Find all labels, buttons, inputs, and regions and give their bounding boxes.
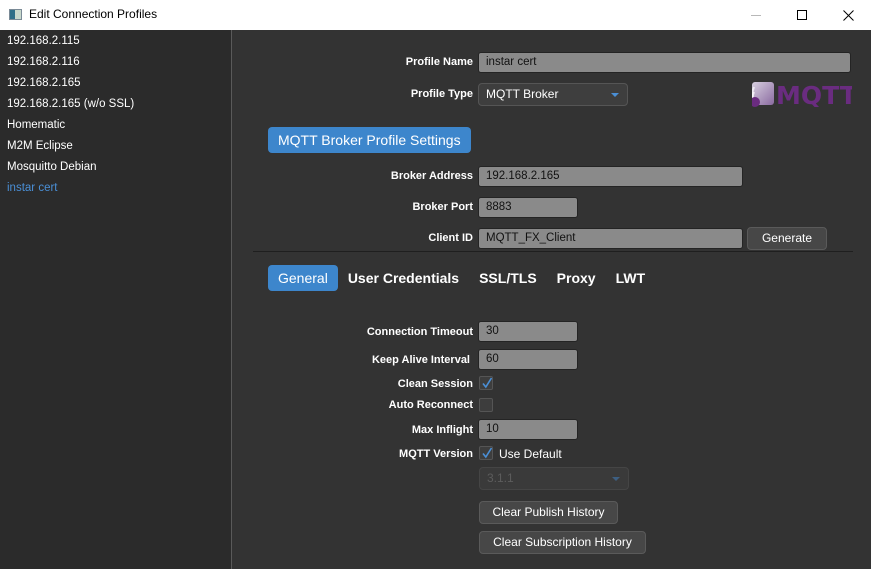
- client-id-label: Client ID: [428, 232, 473, 244]
- profile-item[interactable]: Mosquitto Debian: [0, 157, 231, 178]
- clean-session-checkbox[interactable]: [479, 376, 493, 390]
- window-title: Edit Connection Profiles: [29, 7, 158, 21]
- clear-subscription-history-button[interactable]: Clear Subscription History: [479, 531, 646, 554]
- minimize-button[interactable]: [733, 0, 779, 30]
- tab-user-credentials[interactable]: User Credentials: [338, 265, 469, 291]
- profile-item[interactable]: 192.168.2.115: [0, 31, 231, 52]
- client-id-input[interactable]: MQTT_FX_Client: [478, 228, 743, 249]
- mqtt-version-label: MQTT Version: [399, 448, 473, 460]
- generate-button[interactable]: Generate: [747, 227, 827, 250]
- tab-general[interactable]: General: [268, 265, 338, 291]
- connection-timeout-label: Connection Timeout: [366, 326, 473, 338]
- tab-lwt[interactable]: LWT: [606, 265, 656, 291]
- checkmark-icon: [482, 447, 493, 459]
- mqtt-logo-text: MQTT: [776, 81, 852, 107]
- broker-settings-header: MQTT Broker Profile Settings: [268, 127, 471, 153]
- mqtt-logo: MQTT: [752, 81, 852, 107]
- broker-address-label: Broker Address: [390, 170, 473, 182]
- max-inflight-label: Max Inflight: [411, 424, 473, 436]
- max-inflight-input[interactable]: 10: [478, 419, 578, 440]
- profile-type-select[interactable]: MQTT Broker: [478, 83, 628, 106]
- section-divider: [253, 251, 853, 252]
- use-default-label: Use Default: [499, 447, 562, 461]
- profile-item[interactable]: Homematic: [0, 115, 231, 136]
- profile-type-value: MQTT Broker: [486, 87, 559, 101]
- profile-item[interactable]: 192.168.2.116: [0, 52, 231, 73]
- profile-item-selected[interactable]: instar cert: [0, 178, 231, 199]
- auto-reconnect-checkbox[interactable]: [479, 398, 493, 412]
- clean-session-label: Clean Session: [397, 378, 473, 390]
- checkmark-icon: [482, 377, 493, 389]
- title-bar: Edit Connection Profiles: [0, 0, 871, 30]
- profile-item[interactable]: 192.168.2.165 (w/o SSL): [0, 94, 231, 115]
- mqtt-version-value: 3.1.1: [487, 471, 514, 485]
- chevron-down-icon: [611, 93, 619, 97]
- chevron-down-icon: [612, 477, 620, 481]
- close-button[interactable]: [825, 0, 871, 30]
- profile-item[interactable]: M2M Eclipse: [0, 136, 231, 157]
- app-icon: [9, 9, 22, 20]
- keep-alive-label: Keep Alive Interval: [371, 354, 470, 366]
- keep-alive-input[interactable]: 60: [478, 349, 578, 370]
- broker-port-label: Broker Port: [412, 201, 473, 213]
- connection-timeout-input[interactable]: 30: [478, 321, 578, 342]
- maximize-icon: [797, 10, 807, 20]
- broker-address-input[interactable]: 192.168.2.165: [478, 166, 743, 187]
- use-default-checkbox[interactable]: [479, 446, 493, 460]
- auto-reconnect-label: Auto Reconnect: [388, 399, 473, 411]
- profile-name-label: Profile Name: [405, 56, 473, 68]
- tab-ssl-tls[interactable]: SSL/TLS: [469, 265, 547, 291]
- profile-name-input[interactable]: instar cert: [478, 52, 851, 73]
- minimize-icon: [751, 14, 761, 16]
- profile-item[interactable]: 192.168.2.165: [0, 73, 231, 94]
- settings-tabs: General User Credentials SSL/TLS Proxy L…: [268, 265, 655, 291]
- close-icon: [842, 9, 854, 21]
- profile-list: 192.168.2.115 192.168.2.116 192.168.2.16…: [0, 30, 232, 569]
- profile-type-label: Profile Type: [410, 88, 473, 100]
- broker-port-input[interactable]: 8883: [478, 197, 578, 218]
- maximize-button[interactable]: [779, 0, 825, 30]
- mqtt-version-select[interactable]: 3.1.1: [479, 467, 629, 490]
- tab-proxy[interactable]: Proxy: [547, 265, 606, 291]
- clear-publish-history-button[interactable]: Clear Publish History: [479, 501, 618, 524]
- profile-settings-panel: Profile Name instar cert Profile Type MQ…: [233, 30, 871, 569]
